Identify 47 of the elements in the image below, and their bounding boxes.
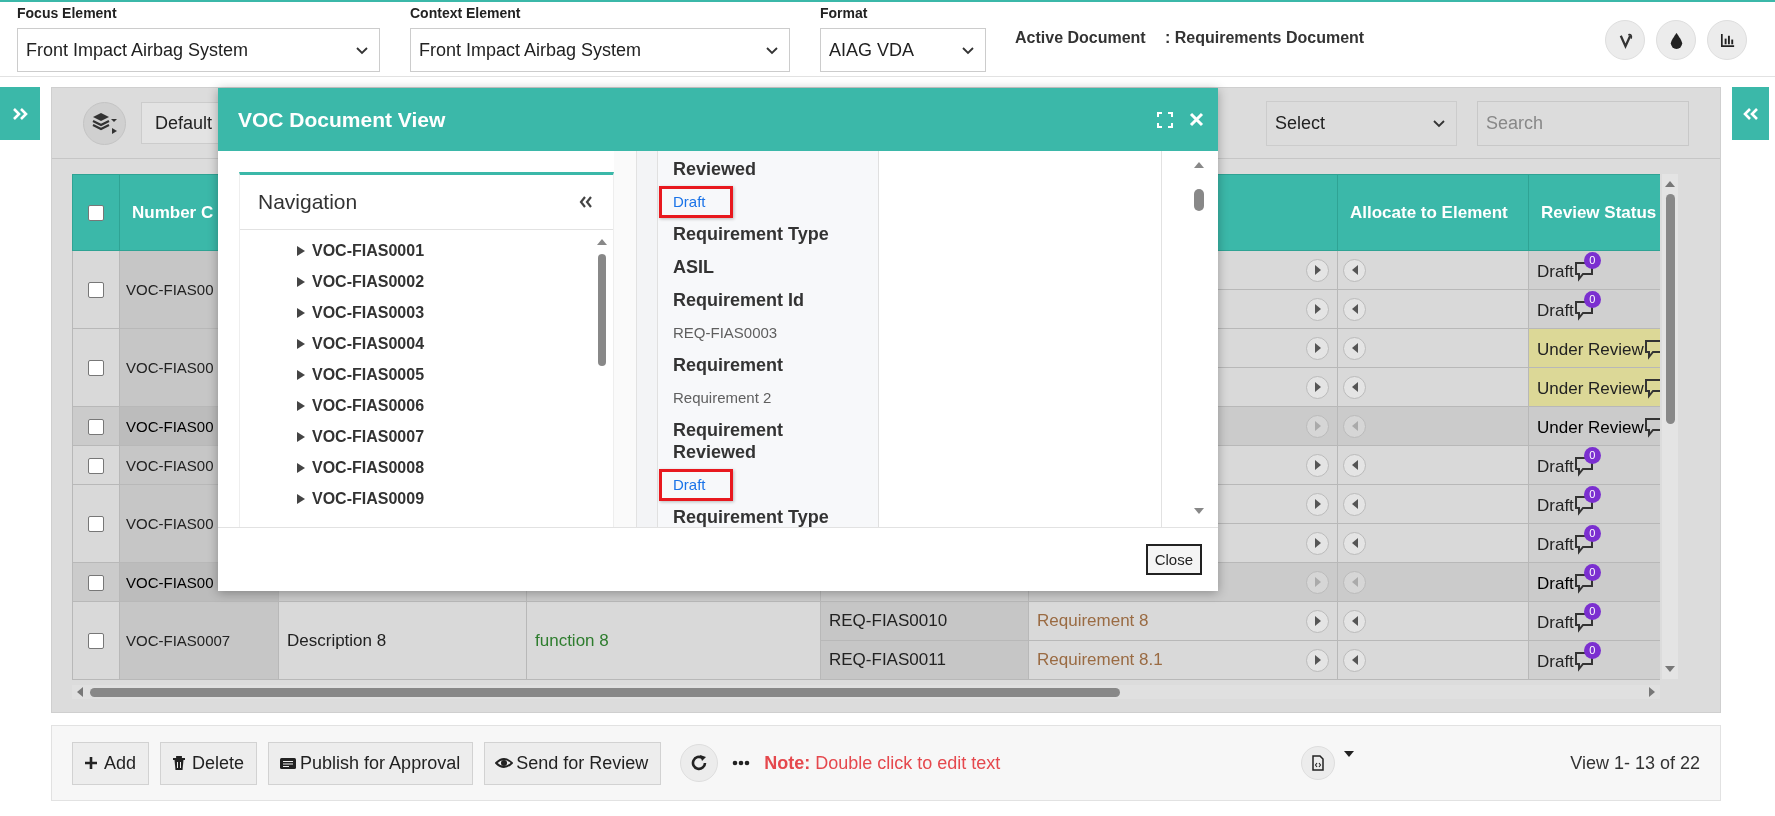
field-label: Requirement <box>673 354 785 377</box>
count-badge: 0 <box>1583 447 1601 464</box>
status-text: Draft <box>1537 652 1574 672</box>
count-badge: 0 <box>1583 564 1601 581</box>
requirement-text: Requirement 8.1 <box>1037 650 1163 670</box>
pager-text: View 1- 13 of 22 <box>1570 752 1700 774</box>
active-document-value: : Requirements Document <box>1165 29 1365 47</box>
status-text: Under Review <box>1537 340 1644 360</box>
header-cell: Allocate to Element <box>1337 174 1529 251</box>
count-badge: 0 <box>1583 525 1601 542</box>
field-label: Requirement Type <box>673 506 830 527</box>
table-cell: REQ-FIAS0011 <box>820 640 1029 680</box>
table-cell: VOC-FIAS0007 <box>119 601 279 680</box>
field-value: Draft <box>659 186 733 218</box>
field-label: Requirement Id <box>673 289 806 312</box>
field-value: Requirement 2 <box>673 388 772 408</box>
status-text: Under Review <box>1537 379 1644 399</box>
count-badge: 0 <box>1583 291 1601 308</box>
field-label: Context Element <box>410 4 522 23</box>
field-label: ASIL <box>673 256 715 279</box>
edit-hint: Note: Double click to edit text <box>764 752 1001 774</box>
header-cell: Review Status <box>1528 174 1660 251</box>
field-label: Requirement Type <box>673 223 830 246</box>
active-document-label: Active Document <box>1015 29 1147 47</box>
status-text: Draft <box>1537 496 1574 516</box>
status-text: Draft <box>1537 457 1574 477</box>
field-label: Focus Element <box>17 4 118 23</box>
status-text: Under Review <box>1537 418 1644 438</box>
dialog-title: VOC Document View <box>238 107 446 132</box>
table-cell: Description 8 <box>278 601 527 680</box>
status-text: Draft <box>1537 301 1574 321</box>
field-label: Reviewed <box>673 158 758 181</box>
status-text: Draft <box>1537 613 1574 633</box>
count-badge: 0 <box>1583 486 1601 503</box>
count-badge: 0 <box>1583 603 1601 620</box>
field-value: Draft <box>659 469 733 501</box>
table-cell: REQ-FIAS0010 <box>820 601 1029 641</box>
requirement-text: Requirement 8 <box>1037 611 1149 631</box>
table-cell: function 8 <box>526 601 821 680</box>
count-badge: 0 <box>1583 252 1601 269</box>
count-badge: 0 <box>1583 642 1601 659</box>
status-text: Draft <box>1537 535 1574 555</box>
status-text: Draft <box>1537 574 1574 594</box>
field-value: REQ-FIAS0003 <box>673 323 778 343</box>
status-text: Draft <box>1537 262 1574 282</box>
field-label: Format <box>820 4 869 23</box>
field-label: Requirement Reviewed <box>673 419 785 464</box>
